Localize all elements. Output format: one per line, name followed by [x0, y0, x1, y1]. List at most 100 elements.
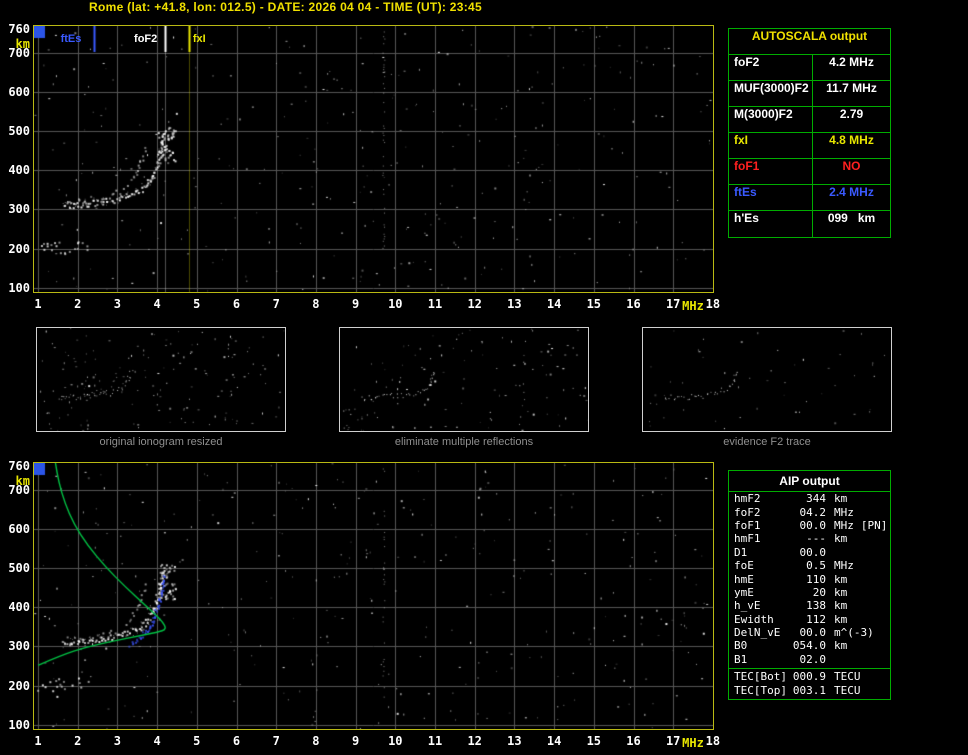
x-tick-label: 16 — [626, 734, 641, 748]
aip-row-value: --- — [806, 532, 826, 546]
aip-row-unit: MHz — [834, 559, 854, 573]
aip-row: hmE 110 km — [729, 572, 890, 586]
x-tick-label: 1 — [34, 734, 42, 748]
aip-row: D1 00.0 — [729, 546, 890, 559]
aip-row-unit: TECU — [834, 683, 861, 697]
aip-row-unit: MHz — [834, 505, 854, 519]
x-tick-label: 3 — [113, 297, 121, 311]
y-tick-label: 600 — [8, 84, 30, 99]
x-tick-label: 1 — [34, 297, 42, 311]
y-tick-label: 700 — [8, 45, 30, 60]
aip-output-rows: hmF2 344 km foF2 04.2 MHz foF1 00.0 MHz [PN] hmF1 -… — [729, 492, 890, 666]
autoscala-row: foF2 4.2 MHz — [729, 55, 890, 81]
autoscala-row-label: fxI — [729, 133, 813, 158]
x-tick-label: 10 — [388, 297, 403, 311]
x-tick-label: 10 — [388, 734, 403, 748]
autoscala-row-label: M(3000)F2 — [729, 107, 813, 132]
aip-row: h_vE 138 km — [729, 599, 890, 612]
aip-row-unit: m^(-3) — [834, 626, 874, 640]
autoscala-output-table: AUTOSCALA output foF2 4.2 MHz MUF(3000)F2 1… — [728, 28, 891, 238]
x-tick-label: 5 — [193, 297, 201, 311]
y-tick-label: 300 — [8, 202, 30, 217]
ionogram-canvas-top — [34, 26, 713, 292]
page-title: Rome (lat: +41.8, lon: 012.5) - DATE: 20… — [89, 0, 482, 14]
aip-row-unit: MHz — [834, 518, 854, 532]
x-axis-unit-label: MHz — [682, 299, 704, 313]
thumbnail-f2-trace — [642, 327, 892, 432]
x-tick-label: 14 — [546, 734, 562, 748]
x-tick-label: 9 — [351, 297, 360, 311]
autoscala-row: fxI 4.8 MHz — [729, 133, 890, 159]
autoscala-screen: { "header": { "title": "Rome (lat: +41.8… — [0, 0, 968, 755]
x-tick-label: 11 — [427, 734, 443, 748]
x-tick-label: 14 — [546, 297, 562, 311]
aip-row-unit: km — [834, 532, 848, 546]
autoscala-output-title: AUTOSCALA output — [729, 29, 890, 55]
autoscala-row-value: 4.8 MHz — [829, 133, 874, 147]
aip-row-note: [PN] — [860, 518, 888, 532]
autoscala-row-value: 2.79 — [839, 107, 864, 121]
aip-row-label: B0 — [734, 639, 748, 653]
y-tick-label: 760 — [8, 22, 30, 37]
aip-row-unit: km — [834, 599, 848, 613]
aip-output-table: AIP output hmF2 344 km foF2 04.2 MHz foF1 00.0 M… — [728, 470, 891, 700]
aip-row: TEC[Top] 003.1 TECU — [729, 683, 890, 697]
aip-row-value: 112 — [806, 612, 826, 626]
aip-row-value: 00.0 — [799, 626, 827, 640]
autoscala-row-value: 4.2 MHz — [829, 55, 874, 69]
y-tick-label: 400 — [8, 600, 30, 615]
aip-row-unit: km — [834, 585, 848, 599]
aip-row-value: 02.0 — [799, 652, 827, 666]
x-tick-label: 13 — [507, 734, 522, 748]
autoscala-row: M(3000)F2 2.79 — [729, 107, 890, 133]
y-tick-label: 600 — [8, 521, 30, 536]
aip-row-value: 054.0 — [792, 639, 826, 653]
x-tick-label: 6 — [232, 734, 241, 748]
aip-row-value: 00.0 — [799, 545, 827, 559]
autoscala-row-value: 11.7 MHz — [826, 81, 877, 95]
autoscala-row-label: MUF(3000)F2 — [729, 81, 813, 106]
y-tick-label: 400 — [8, 163, 30, 178]
x-tick-label: 18 — [705, 734, 721, 748]
y-tick-label: 100 — [8, 280, 30, 295]
ionogram-plot-top — [33, 25, 714, 293]
x-tick-label: 3 — [113, 734, 121, 748]
y-tick-label: 100 — [8, 717, 30, 732]
aip-row: foF2 04.2 MHz — [729, 505, 890, 519]
x-tick-label: 11 — [427, 297, 443, 311]
aip-row-label: D1 — [734, 545, 748, 559]
x-tick-label: 8 — [312, 297, 320, 311]
aip-row: B0 054.0 km — [729, 639, 890, 652]
x-tick-label: 18 — [705, 297, 721, 311]
aip-row-value: 0.5 — [806, 559, 826, 573]
aip-row-label: TEC[Top] — [734, 683, 787, 697]
aip-row-label: h_vE — [734, 599, 761, 613]
autoscala-row-value: 099 km — [827, 211, 876, 225]
y-tick-label: 500 — [8, 561, 30, 576]
autoscala-row: MUF(3000)F2 11.7 MHz — [729, 81, 890, 107]
aip-row-value: 344 — [806, 492, 826, 506]
aip-row: foF1 00.0 MHz [PN] — [729, 519, 890, 532]
x-axis-unit-label: MHz — [682, 736, 704, 750]
y-axis-unit-label: km — [15, 474, 30, 488]
autoscala-row-label: h'Es — [729, 211, 813, 237]
aip-row-value: 04.2 — [799, 505, 827, 519]
aip-row-label: DelN_vE — [734, 626, 781, 640]
thumbnail-caption-f2: evidence F2 trace — [723, 436, 811, 448]
aip-row-label: TEC[Bot] — [734, 670, 787, 684]
thumbnail-caption-original: original ionogram resized — [99, 436, 223, 448]
aip-row: hmF1 --- km — [729, 532, 890, 545]
aip-row-label: ymE — [734, 585, 754, 599]
aip-row-value: 20 — [812, 585, 826, 599]
aip-row-label: Ewidth — [734, 612, 774, 626]
autoscala-row: ftEs 2.4 MHz — [729, 185, 890, 211]
x-tick-label: 12 — [467, 297, 482, 311]
autoscala-row: h'Es 099 km — [729, 211, 890, 237]
aip-row-value: 110 — [806, 572, 826, 586]
ionogram-canvas-bottom — [34, 463, 713, 729]
x-tick-label: 15 — [586, 734, 602, 748]
thumbnail-multiple-reflections — [339, 327, 589, 432]
aip-row-unit: km — [834, 612, 848, 626]
y-axis-unit-label: km — [15, 37, 30, 51]
aip-row-label: hmE — [734, 572, 754, 586]
